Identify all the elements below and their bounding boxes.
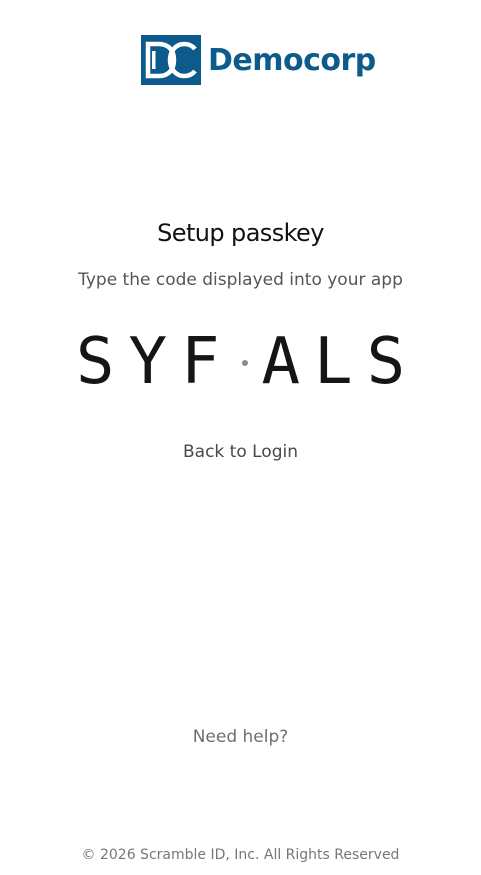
back-to-login-link[interactable]: Back to Login — [0, 440, 481, 464]
passkey-code: SYF ALS — [0, 326, 481, 398]
page-subtitle: Type the code displayed into your app — [78, 270, 403, 290]
code-group-second: ALS — [261, 325, 420, 399]
separator-dot-icon — [241, 360, 248, 366]
code-group-first: SYF — [75, 325, 234, 399]
brand-name: Democorp — [208, 43, 376, 78]
dc-logo-icon — [141, 35, 201, 85]
footer-copyright: © 2026 Scramble ID, Inc. All Rights Rese… — [81, 847, 400, 863]
democorp-logo: Democorp — [141, 35, 376, 85]
page-title: Setup passkey — [157, 219, 324, 247]
need-help-link[interactable]: Need help? — [0, 725, 481, 749]
